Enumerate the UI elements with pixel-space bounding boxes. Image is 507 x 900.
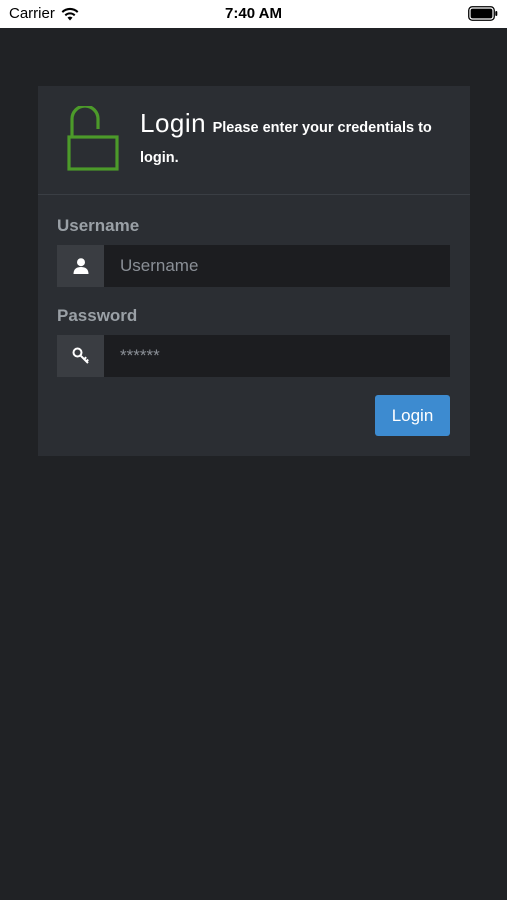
password-input-group: ****** <box>57 335 450 377</box>
username-label: Username <box>57 216 140 235</box>
password-addon <box>57 335 104 377</box>
page-title: Login <box>140 108 207 138</box>
login-button[interactable]: Login <box>375 395 450 436</box>
username-addon <box>57 245 104 287</box>
password-label: Password <box>57 306 138 325</box>
status-bar: Carrier 7:40 AM <box>0 0 507 28</box>
login-heading: Login Please enter your credentials to l… <box>140 108 455 173</box>
login-panel: Login Please enter your credentials to l… <box>38 86 470 456</box>
key-icon <box>72 347 89 364</box>
password-input[interactable]: ****** <box>104 335 450 377</box>
status-time: 7:40 AM <box>225 5 282 22</box>
user-icon <box>73 258 88 274</box>
username-input[interactable]: Username <box>104 245 450 287</box>
username-input-group: Username <box>57 245 450 287</box>
unlocked-padlock-icon <box>67 106 119 171</box>
login-header: Login Please enter your credentials to l… <box>38 86 470 195</box>
battery-icon <box>468 6 498 21</box>
